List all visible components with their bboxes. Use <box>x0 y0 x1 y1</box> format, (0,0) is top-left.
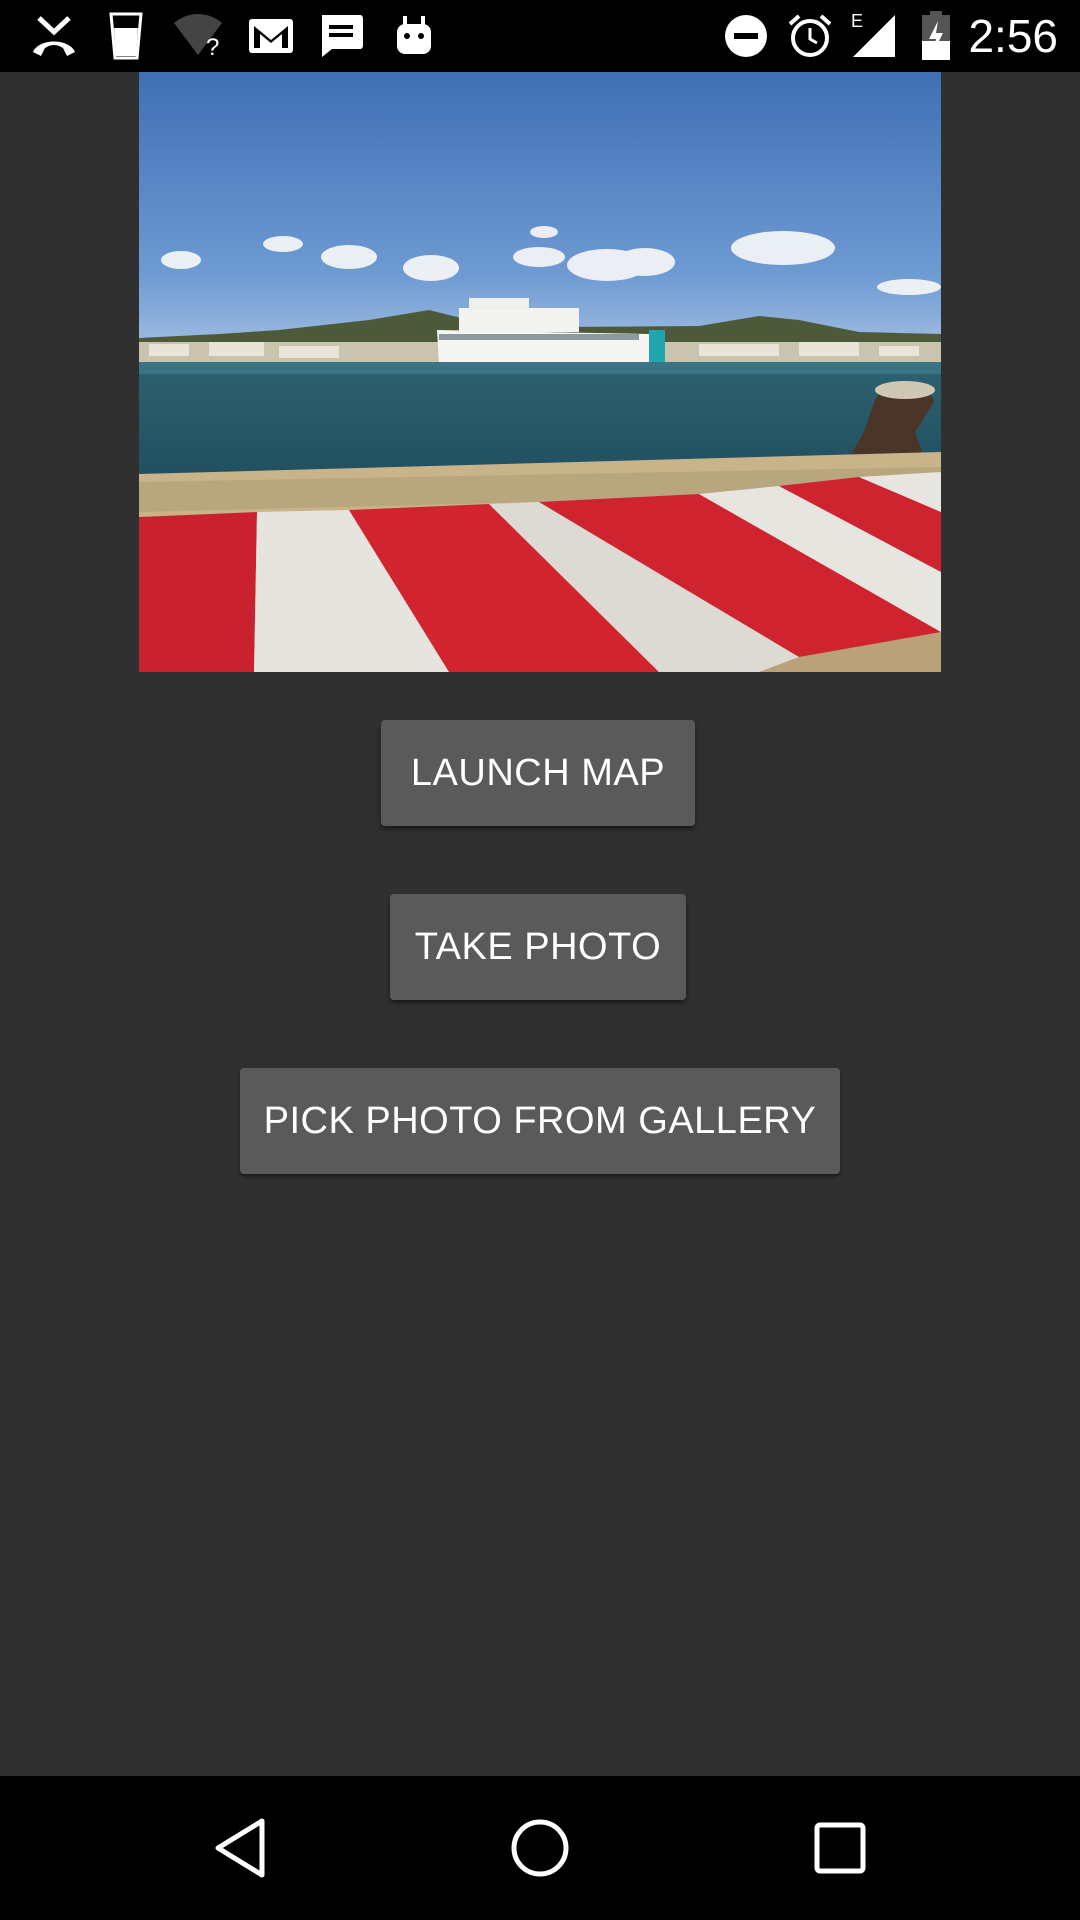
do-not-disturb-icon <box>722 10 770 62</box>
status-bar: ? E 2:56 <box>0 0 1080 72</box>
gmail-icon <box>246 10 296 62</box>
message-icon <box>316 10 366 62</box>
clock: 2:56 <box>968 10 1058 62</box>
svg-text:?: ? <box>206 34 219 59</box>
navigation-bar <box>0 1776 1080 1920</box>
battery-charging-icon <box>920 10 952 62</box>
android-icon <box>394 10 434 62</box>
back-icon[interactable] <box>190 1798 290 1898</box>
take-photo-button[interactable]: TAKE PHOTO <box>390 894 686 1000</box>
network-type-label: E <box>851 11 863 31</box>
pick-photo-from-gallery-button[interactable]: PICK PHOTO FROM GALLERY <box>240 1068 840 1174</box>
home-icon[interactable] <box>490 1798 590 1898</box>
harbor-photo <box>139 72 941 672</box>
alarm-icon <box>786 10 834 62</box>
missed-call-icon <box>26 10 82 62</box>
recents-icon[interactable] <box>790 1798 890 1898</box>
wifi-unknown-icon: ? <box>170 10 226 62</box>
main-content: LAUNCH MAP TAKE PHOTO PICK PHOTO FROM GA… <box>0 72 1080 1776</box>
signal-icon: E <box>848 10 900 62</box>
launch-map-button[interactable]: LAUNCH MAP <box>381 720 695 826</box>
cup-icon <box>106 10 146 62</box>
